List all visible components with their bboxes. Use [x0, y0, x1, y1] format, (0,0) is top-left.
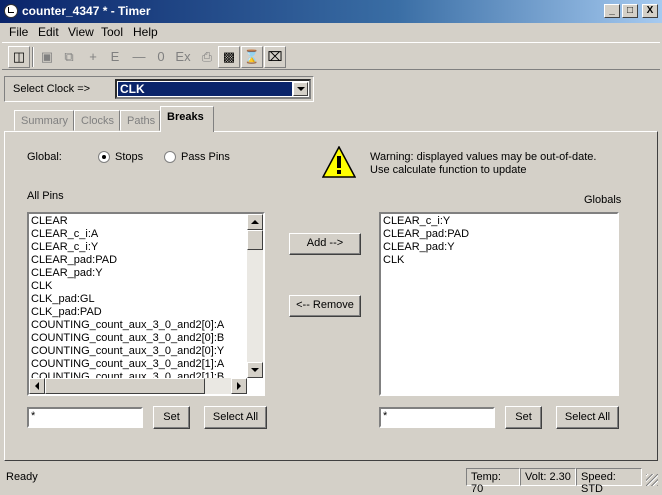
select-all-button-right[interactable]: Select All	[556, 406, 619, 429]
remove-button[interactable]: <-- Remove	[289, 295, 361, 317]
scroll-left-button[interactable]	[29, 378, 45, 394]
all-pins-list-item[interactable]: COUNTING_count_aux_3_0_and2[0]:Y	[29, 345, 247, 358]
clock-dropdown-value: CLK	[118, 82, 292, 96]
all-pins-label: All Pins	[27, 190, 64, 202]
menu-view[interactable]: View	[68, 25, 94, 39]
clock-selector-bar: Select Clock => CLK	[4, 76, 314, 102]
scroll-up-button[interactable]	[247, 214, 263, 230]
minus-icon[interactable]: —	[128, 46, 150, 68]
status-speed: Speed: STD	[576, 468, 642, 495]
clock-dropdown[interactable]: CLK	[115, 79, 311, 99]
warning-icon	[322, 146, 356, 178]
e-icon[interactable]: E	[104, 46, 126, 68]
tab-summary[interactable]: Summary	[14, 110, 74, 131]
scroll-down-button[interactable]	[247, 362, 263, 378]
arrow-right-icon	[237, 382, 241, 390]
radio-stops[interactable]	[98, 151, 110, 163]
globals-list-item[interactable]: CLEAR_pad:Y	[381, 241, 617, 254]
open-icon[interactable]: ◫	[8, 46, 30, 68]
chevron-down-icon	[297, 87, 305, 91]
copy-icon[interactable]: ⧉	[58, 46, 80, 68]
horizontal-scroll-thumb[interactable]	[45, 378, 205, 394]
radio-pass-pins-label: Pass Pins	[181, 151, 230, 163]
all-pins-horizontal-scrollbar[interactable]	[29, 378, 247, 394]
close-button[interactable]: X	[642, 4, 658, 18]
window-title: counter_4347 * - Timer	[22, 4, 151, 18]
status-temp: Temp: 70	[466, 468, 520, 495]
all-pins-list-item[interactable]: CLK	[29, 280, 247, 293]
tab-breaks[interactable]: Breaks	[160, 106, 214, 132]
title-bar: counter_4347 * - Timer _ □ X	[0, 0, 662, 23]
select-all-button-left[interactable]: Select All	[204, 406, 267, 429]
menu-bar: File Edit View Tool Help	[0, 23, 662, 41]
all-pins-list-item[interactable]: CLEAR_c_i:A	[29, 228, 247, 241]
warning-line-2: Use calculate function to update	[370, 164, 527, 176]
status-volt: Volt: 2.30	[520, 468, 576, 486]
all-pins-list-item[interactable]: COUNTING_count_aux_3_0_and2[0]:A	[29, 319, 247, 332]
zero-icon[interactable]: 0	[150, 46, 172, 68]
print-icon[interactable]: ⎙	[196, 46, 218, 68]
arrow-left-icon	[35, 382, 39, 390]
globals-list-item[interactable]: CLK	[381, 254, 617, 267]
timer-app-icon	[4, 4, 18, 18]
status-ready: Ready	[6, 471, 38, 483]
radio-stops-label: Stops	[115, 151, 144, 163]
all-pins-list[interactable]: CLEAR CLEAR_c_i:A CLEAR_c_i:Y CLEAR_pad:PAD…	[27, 212, 265, 396]
minimize-button[interactable]: _	[604, 4, 620, 18]
scroll-thumb[interactable]	[247, 230, 263, 250]
toolbar: ◫ ▣ ⧉ + E — 0 Ex ⎙ ▩ ⌛ ⌧	[2, 42, 660, 70]
save-icon[interactable]: ▣	[36, 46, 58, 68]
tab-clocks[interactable]: Clocks	[74, 110, 120, 131]
globals-list[interactable]: CLEAR_c_i:Y CLEAR_pad:PAD CLEAR_pad:Y CLK	[379, 212, 619, 396]
menu-file[interactable]: File	[9, 25, 28, 39]
all-pins-list-item[interactable]: CLEAR_pad:PAD	[29, 254, 247, 267]
all-pins-list-item[interactable]: CLK_pad:GL	[29, 293, 247, 306]
ex-icon[interactable]: Ex	[172, 46, 194, 68]
plus-icon[interactable]: +	[82, 46, 104, 68]
global-label: Global:	[27, 151, 62, 163]
select-clock-label: Select Clock =>	[13, 83, 91, 95]
status-bar: Ready Temp: 70 Volt: 2.30 Speed: STD	[0, 466, 662, 495]
globals-list-item[interactable]: CLEAR_pad:PAD	[381, 228, 617, 241]
all-pins-list-item[interactable]: COUNTING_count_aux_3_0_and2[0]:B	[29, 332, 247, 345]
maximize-button[interactable]: □	[622, 4, 638, 18]
set-button-right[interactable]: Set	[505, 406, 542, 429]
all-pins-vertical-scrollbar[interactable]	[247, 214, 263, 378]
menu-help[interactable]: Help	[133, 25, 158, 39]
all-pins-list-item[interactable]: COUNTING_count_aux_3_0_and2[1]:A	[29, 358, 247, 371]
tab-paths[interactable]: Paths	[120, 110, 160, 131]
dropdown-arrow[interactable]	[293, 82, 308, 96]
all-pins-list-item[interactable]: CLEAR_pad:Y	[29, 267, 247, 280]
all-pins-list-item[interactable]: CLK_pad:PAD	[29, 306, 247, 319]
scroll-right-button[interactable]	[231, 378, 247, 394]
warning-line-1: Warning: displayed values may be out-of-…	[370, 151, 597, 163]
arrow-down-icon	[251, 368, 259, 372]
arrow-up-icon	[251, 220, 259, 224]
menu-tool[interactable]: Tool	[101, 25, 123, 39]
add-button[interactable]: Add -->	[289, 233, 361, 255]
hourglass-x-icon[interactable]: ⌧	[264, 46, 286, 68]
resize-grip-icon[interactable]	[646, 474, 658, 486]
report-icon[interactable]: ▩	[218, 46, 240, 68]
globals-list-item[interactable]: CLEAR_c_i:Y	[381, 215, 617, 228]
set-button-left[interactable]: Set	[153, 406, 190, 429]
menu-edit[interactable]: Edit	[38, 25, 59, 39]
all-pins-filter-input[interactable]: *	[27, 407, 143, 428]
radio-pass-pins[interactable]	[164, 151, 176, 163]
all-pins-list-item[interactable]: CLEAR	[29, 215, 247, 228]
all-pins-list-item[interactable]: CLEAR_c_i:Y	[29, 241, 247, 254]
hourglass-icon[interactable]: ⌛	[241, 46, 263, 68]
globals-label: Globals	[584, 194, 622, 206]
globals-filter-input[interactable]: *	[379, 407, 495, 428]
